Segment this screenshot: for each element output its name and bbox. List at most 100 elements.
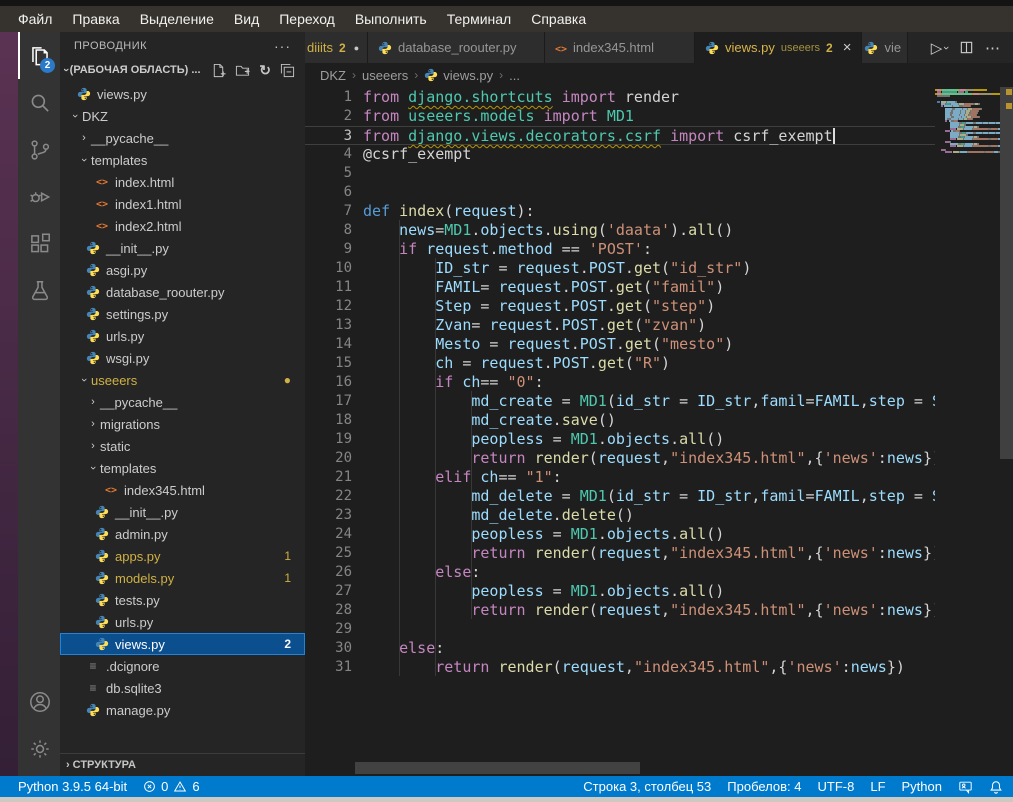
tree-file-manage.py[interactable]: manage.py (60, 699, 305, 721)
line-number: 1 (305, 88, 352, 107)
vscode-window: ФайлПравкаВыделениеВидПереходВыполнитьТе… (0, 0, 1013, 802)
tree-folder-__pycache__[interactable]: ›__pycache__ (60, 127, 305, 149)
vertical-scrollbar[interactable] (1000, 87, 1013, 776)
menu-item-5[interactable]: Выполнить (345, 6, 437, 32)
tree-file-index2.html[interactable]: <>index2.html (60, 215, 305, 237)
more-actions-icon[interactable]: ⋯ (985, 39, 1001, 57)
tree-file-__init__.py[interactable]: __init__.py (60, 237, 305, 259)
new-folder-button[interactable] (235, 63, 250, 78)
activity-account-icon[interactable] (18, 678, 60, 725)
workspace-section-header[interactable]: › (РАБОЧАЯ ОБЛАСТЬ) ... ↻ (60, 59, 305, 81)
activity-explorer-icon[interactable]: 2 (18, 32, 60, 79)
breadcrumb-item-views.py[interactable]: views.py (424, 68, 493, 83)
tab-database_roouter.py[interactable]: database_roouter.py (368, 32, 545, 63)
code-line-5[interactable]: 5 (305, 164, 935, 183)
tree-folder-__pycache__[interactable]: ›__pycache__ (60, 391, 305, 413)
activity-testing-icon[interactable] (18, 267, 60, 314)
tab-diiits[interactable]: diiits2● (305, 32, 368, 63)
minimap[interactable] (935, 89, 1000, 209)
tree-file-index1.html[interactable]: <>index1.html (60, 193, 305, 215)
tree-file-wsgi.py[interactable]: wsgi.py (60, 347, 305, 369)
tree-file-database_roouter.py[interactable]: database_roouter.py (60, 281, 305, 303)
split-editor-button[interactable] (959, 40, 974, 55)
tree-item-label: models.py (115, 571, 174, 586)
eol-status[interactable]: LF (870, 779, 885, 794)
tree-file-views.py[interactable]: views.py2 (60, 633, 305, 655)
code-line-2[interactable]: 2from useeers.models import MD1 (305, 107, 935, 126)
run-python-file-button[interactable]: ▷› (931, 39, 948, 57)
close-tab-icon[interactable]: × (843, 39, 852, 56)
tree-file-asgi.py[interactable]: asgi.py (60, 259, 305, 281)
activity-settings-icon[interactable] (18, 725, 60, 772)
activity-extensions-icon[interactable] (18, 220, 60, 267)
tree-folder-templates[interactable]: ›templates (60, 149, 305, 171)
menu-item-0[interactable]: Файл (8, 6, 62, 32)
tree-file-db.sqlite3[interactable]: ≡db.sqlite3 (60, 677, 305, 699)
tree-file-index.html[interactable]: <>index.html (60, 171, 305, 193)
tab-views.py[interactable]: views.pyuseeers2× (695, 32, 862, 63)
code-text: peopless = MD1.objects.all() (352, 582, 724, 601)
tree-file-apps.py[interactable]: apps.py1 (60, 545, 305, 567)
indentation-status[interactable]: Пробелов: 4 (727, 779, 801, 794)
horizontal-scrollbar-thumb[interactable] (355, 762, 640, 774)
python-interpreter-status[interactable]: Python 3.9.5 64-bit (18, 779, 127, 794)
tree-item-label: index345.html (124, 483, 205, 498)
encoding-status[interactable]: UTF-8 (818, 779, 855, 794)
refresh-icon[interactable]: ↻ (259, 62, 271, 79)
menu-item-7[interactable]: Справка (521, 6, 596, 32)
tree-folder-templates[interactable]: ›templates (60, 457, 305, 479)
tree-item-label: urls.py (106, 329, 144, 344)
breadcrumb-item-DKZ[interactable]: DKZ (320, 68, 346, 83)
breadcrumb-item-useeers[interactable]: useeers (362, 68, 408, 83)
outline-section-header[interactable]: › СТРУКТУРА (60, 753, 305, 776)
menu-item-6[interactable]: Терминал (437, 6, 521, 32)
tree-folder-static[interactable]: ›static (60, 435, 305, 457)
tree-file-urls.py[interactable]: urls.py (60, 611, 305, 633)
language-mode-status[interactable]: Python (902, 779, 942, 794)
tree-file-tests.py[interactable]: tests.py (60, 589, 305, 611)
code-line-4[interactable]: 4@csrf_exempt (305, 145, 935, 164)
notifications-bell-icon[interactable] (989, 780, 1003, 794)
code-line-7[interactable]: 7def index(request): (305, 202, 935, 221)
tab-label: index345.html (573, 40, 654, 55)
problems-status[interactable]: 0 6 (143, 779, 199, 794)
breadcrumb-item-...[interactable]: ... (509, 68, 520, 83)
editor-body[interactable]: 1from django.shortcuts import render2fro… (305, 87, 1013, 776)
activity-search-icon[interactable] (18, 79, 60, 126)
new-file-button[interactable] (211, 63, 226, 78)
vertical-scrollbar-thumb[interactable] (1000, 87, 1013, 459)
tree-folder-DKZ[interactable]: ›DKZ (60, 105, 305, 127)
code-line-3[interactable]: 3from django.views.decorators.csrf impor… (305, 126, 935, 145)
tab-index345.html[interactable]: <>index345.html (545, 32, 695, 63)
code-line-6[interactable]: 6 (305, 183, 935, 202)
tree-folder-useeers[interactable]: ›useeers● (60, 369, 305, 391)
tree-file-views.py[interactable]: views.py (60, 83, 305, 105)
cursor-position-status[interactable]: Строка 3, столбец 53 (583, 779, 711, 794)
dirty-dot-icon[interactable]: ● (354, 43, 359, 53)
explorer-more-actions-button[interactable]: ··· (274, 38, 291, 54)
code-text: Mesto = request.POST.get("mesto") (352, 335, 733, 354)
tree-file-urls.py[interactable]: urls.py (60, 325, 305, 347)
code-line-1[interactable]: 1from django.shortcuts import render (305, 88, 935, 107)
collapse-all-button[interactable] (280, 63, 295, 78)
tree-file-settings.py[interactable]: settings.py (60, 303, 305, 325)
feedback-icon[interactable] (958, 780, 973, 794)
tab-vie[interactable]: vie (862, 32, 908, 63)
chevron-down-icon[interactable]: › (940, 46, 952, 50)
tree-file-admin.py[interactable]: admin.py (60, 523, 305, 545)
activity-source-control-icon[interactable] (18, 126, 60, 173)
line-number: 9 (305, 240, 352, 259)
status-bar: Python 3.9.5 64-bit 0 6 Строка 3, столбе… (0, 776, 1013, 797)
menu-item-4[interactable]: Переход (269, 6, 345, 32)
menu-item-2[interactable]: Выделение (130, 6, 224, 32)
tree-file-.dcignore[interactable]: ≡.dcignore (60, 655, 305, 677)
activity-run-debug-icon[interactable] (18, 173, 60, 220)
tree-file-index345.html[interactable]: <>index345.html (60, 479, 305, 501)
line-number: 3 (305, 127, 352, 144)
tab-label: vie (884, 40, 901, 55)
tree-folder-migrations[interactable]: ›migrations (60, 413, 305, 435)
tree-file-__init__.py[interactable]: __init__.py (60, 501, 305, 523)
tree-file-models.py[interactable]: models.py1 (60, 567, 305, 589)
menu-item-1[interactable]: Правка (62, 6, 129, 32)
menu-item-3[interactable]: Вид (224, 6, 269, 32)
